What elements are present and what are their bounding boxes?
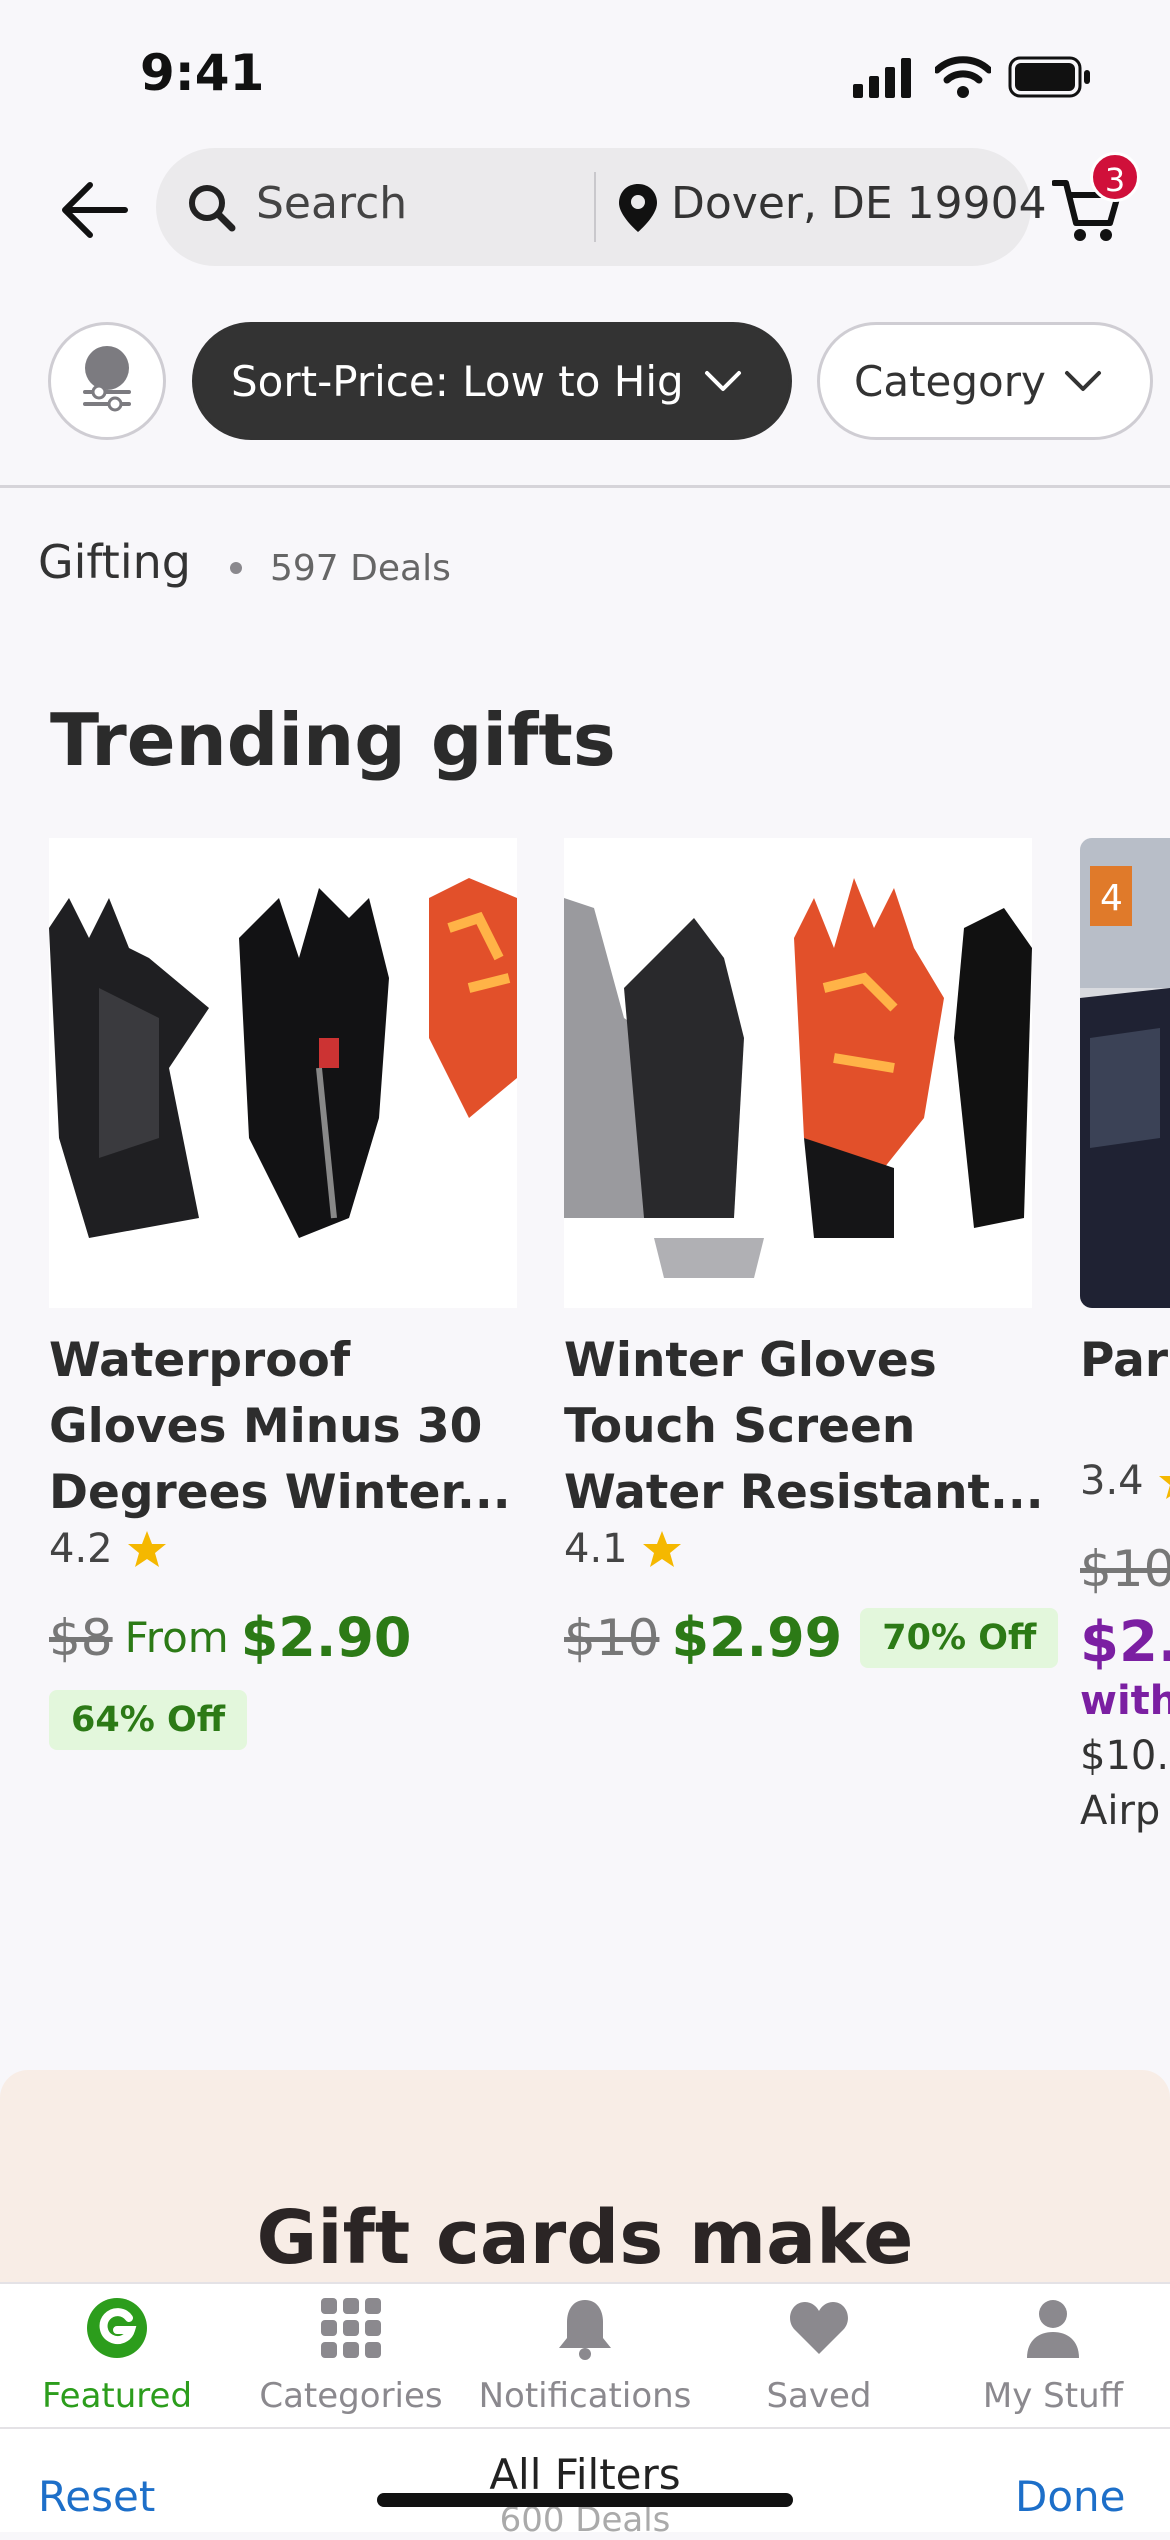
nav-my-stuff[interactable]: My Stuff (936, 2290, 1170, 2416)
from-label: From (124, 1613, 229, 1662)
product-image[interactable]: 4 (1080, 838, 1170, 1308)
product-card[interactable]: Winter Gloves Touch Screen Water Resista… (564, 838, 1059, 1669)
product-rating: 4.2 (49, 1526, 167, 1572)
nav-featured[interactable]: Featured (0, 2290, 234, 2416)
discount-badge: 64% Off (49, 1690, 248, 1750)
nav-label: Featured (41, 2376, 193, 2416)
location-text[interactable]: Dover, DE 19904 (671, 178, 1047, 229)
wifi-icon (935, 56, 991, 98)
divider (0, 485, 1170, 488)
deal-count: 597 Deals (270, 548, 451, 589)
status-time: 9:41 (140, 44, 265, 102)
nav-notifications[interactable]: Notifications (468, 2290, 702, 2416)
filter-button[interactable] (48, 322, 166, 440)
separator-dot (230, 562, 242, 574)
sale-price: $2.99 (671, 1606, 843, 1669)
price-row: $8 From $2.90 (49, 1606, 412, 1669)
original-price: $10 (1080, 1540, 1170, 1598)
section-name: Gifting (38, 535, 191, 589)
banner-heading: Gift cards make (256, 2195, 914, 2281)
chevron-down-icon (1064, 371, 1101, 391)
star-icon (127, 1531, 166, 1567)
groupon-g-icon (87, 2298, 147, 2358)
heart-icon (790, 2302, 848, 2354)
extra-text: Airp (1080, 1788, 1161, 1834)
sort-label: Sort-Price: Low to High (231, 356, 686, 406)
original-price: $10 (564, 1608, 660, 1667)
cart-count-badge: 3 (1090, 152, 1140, 202)
search-divider (594, 172, 596, 242)
filter-sliders-icon (83, 346, 131, 412)
sale-price: $2.7 (1080, 1610, 1170, 1675)
nav-categories[interactable]: Categories (234, 2290, 468, 2416)
battery-icon (1008, 56, 1090, 98)
star-icon (642, 1531, 681, 1567)
nav-label: Notifications (478, 2376, 692, 2416)
product-title[interactable]: Waterproof Gloves Minus 30 Degrees Winte… (49, 1328, 529, 1526)
rating-value: 4.2 (49, 1526, 113, 1572)
star-icon (1158, 1476, 1170, 1499)
rating-value: 3.4 (1080, 1458, 1144, 1504)
search-placeholder[interactable]: Search (256, 178, 407, 229)
person-icon (1027, 2300, 1079, 2358)
chevron-down-icon (705, 371, 741, 391)
home-indicator[interactable] (377, 2493, 793, 2507)
nav-label: My Stuff (982, 2376, 1124, 2416)
product-card[interactable]: Waterproof Gloves Minus 30 Degrees Winte… (49, 838, 517, 1750)
location-pin-icon (619, 184, 657, 232)
nav-saved[interactable]: Saved (702, 2290, 936, 2416)
sort-dropdown[interactable]: Sort-Price: Low to High (192, 322, 792, 440)
category-label: Category (854, 356, 1046, 406)
nav-label: Saved (766, 2376, 872, 2416)
product-rating: 4.1 (564, 1526, 682, 1572)
product-card[interactable]: 4 Par rts. 3.4 $10 $2.7 with $10.0 Airp (1080, 838, 1170, 1838)
promo-text: with (1080, 1678, 1170, 1724)
sale-price: $2.90 (240, 1606, 412, 1669)
search-bar[interactable]: Search Dover, DE 19904 (156, 148, 1047, 266)
nav-label: Categories (259, 2376, 443, 2416)
done-button[interactable]: Done (1015, 2472, 1126, 2521)
product-image[interactable] (49, 838, 517, 1308)
product-image[interactable] (564, 838, 1032, 1308)
search-icon (189, 185, 236, 232)
sheet-title: All Filters (489, 2450, 681, 2499)
price-row: $10 $2.99 70% Off (564, 1606, 1059, 1669)
back-arrow-icon[interactable] (55, 175, 135, 245)
rating-value: 4.1 (564, 1526, 628, 1572)
svg-text:4: 4 (1100, 878, 1123, 919)
original-price: $8 (49, 1608, 113, 1667)
product-title[interactable]: Par rts. (1080, 1328, 1170, 1394)
product-rating: 3.4 (1080, 1458, 1170, 1504)
bell-icon (559, 2300, 611, 2360)
category-dropdown[interactable]: Category (817, 322, 1153, 440)
product-title[interactable]: Winter Gloves Touch Screen Water Resista… (564, 1328, 1044, 1526)
extra-price: $10.0 (1080, 1733, 1170, 1779)
discount-badge: 70% Off (860, 1607, 1059, 1668)
section-heading: Trending gifts (50, 698, 616, 782)
signal-icon (853, 58, 911, 98)
grid-icon (321, 2298, 381, 2358)
